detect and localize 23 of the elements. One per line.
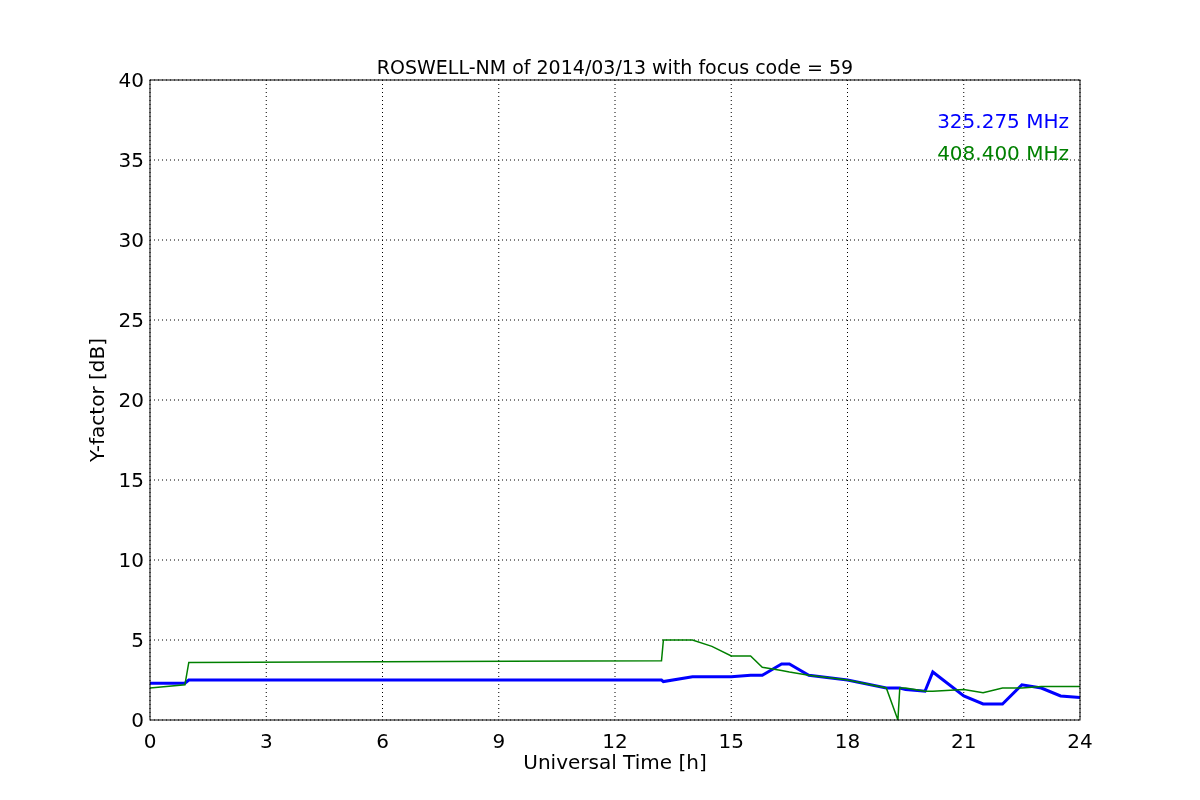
y-axis-label: Y-factor [dB] xyxy=(85,338,109,462)
legend-label: 325.275 MHz xyxy=(937,109,1069,133)
legend-label: 408.400 MHz xyxy=(937,141,1069,165)
x-tick-label: 0 xyxy=(143,729,157,753)
y-tick-label: 5 xyxy=(131,628,144,652)
y-tick-label: 0 xyxy=(131,708,144,732)
x-tick-label: 6 xyxy=(376,729,389,753)
y-tick-label: 15 xyxy=(118,468,144,492)
x-tick-label: 15 xyxy=(718,729,744,753)
y-tick-label: 35 xyxy=(118,148,144,172)
x-tick-label: 21 xyxy=(951,729,977,753)
y-tick-label: 40 xyxy=(118,68,144,92)
chart-title: ROSWELL-NM of 2014/03/13 with focus code = 59 xyxy=(376,56,854,78)
x-tick-label: 9 xyxy=(492,729,506,753)
y-tick-label: 10 xyxy=(118,548,144,572)
y-tick-label: 25 xyxy=(118,308,144,332)
x-tick-label: 24 xyxy=(1067,729,1093,753)
x-tick-label: 18 xyxy=(834,729,861,753)
x-axis-label: Universal Time [h] xyxy=(523,750,707,774)
x-tick-label: 3 xyxy=(259,729,273,753)
y-tick-label: 20 xyxy=(118,388,144,412)
x-tick-label: 12 xyxy=(602,729,628,753)
y-tick-label: 30 xyxy=(118,228,144,252)
